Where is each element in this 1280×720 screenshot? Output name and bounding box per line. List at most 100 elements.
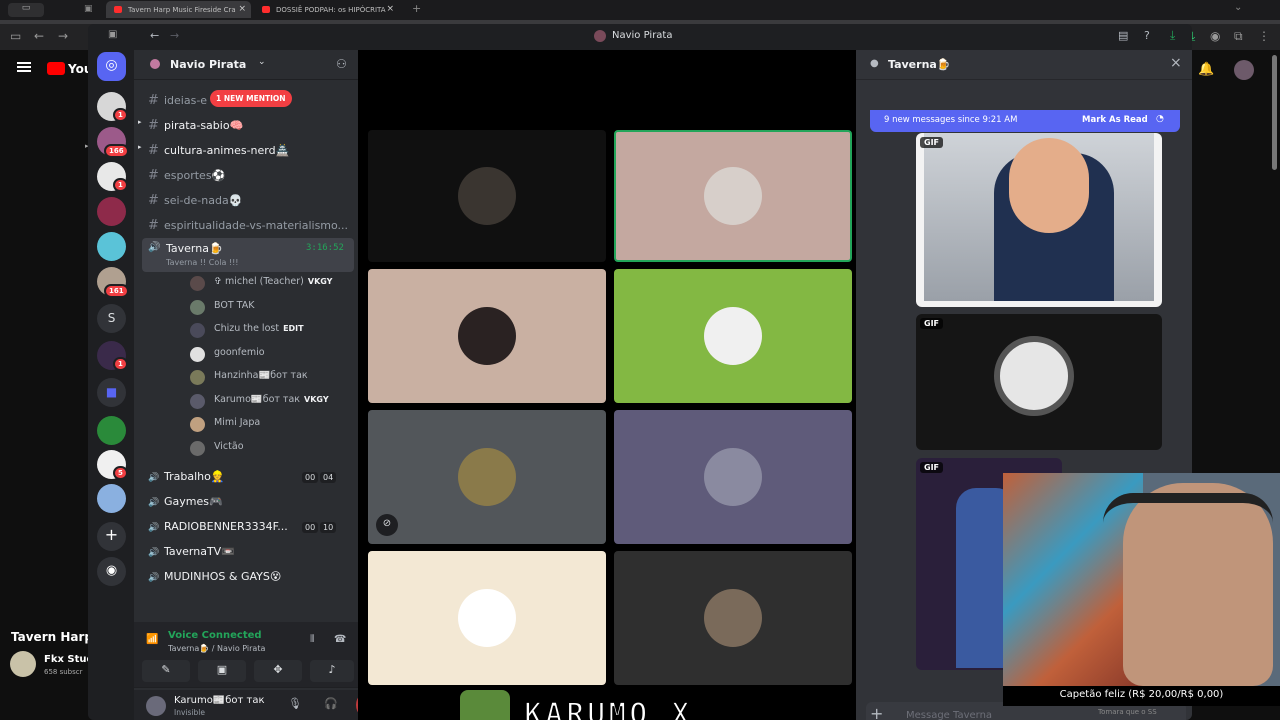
expand-arrow-icon[interactable]: ▸ bbox=[138, 118, 142, 126]
add-server-icon[interactable]: + bbox=[97, 522, 126, 551]
inbox-icon[interactable]: ▤ bbox=[1118, 29, 1128, 42]
video-tile[interactable] bbox=[368, 551, 606, 685]
channel-avatar[interactable] bbox=[10, 651, 36, 677]
hamburger-icon[interactable] bbox=[17, 62, 31, 72]
voice-user[interactable]: Mimi Japa bbox=[190, 417, 260, 437]
voice-connected-panel: 📶 Voice Connected Taverna🍺 / Navio Pirat… bbox=[134, 622, 358, 688]
menu-icon[interactable]: ⋮ bbox=[1258, 29, 1270, 43]
video-tile[interactable] bbox=[614, 551, 852, 685]
video-tile[interactable]: ⊘ bbox=[368, 410, 606, 544]
back-icon[interactable]: ← bbox=[34, 29, 44, 43]
close-chat-icon[interactable]: × bbox=[1170, 55, 1182, 71]
new-messages-bar[interactable]: 9 new messages since 9:21 AM Mark As Rea… bbox=[870, 110, 1180, 132]
video-tile[interactable] bbox=[368, 130, 606, 262]
account-avatar[interactable] bbox=[1234, 60, 1254, 80]
add-attachment-icon[interactable]: + bbox=[870, 704, 883, 720]
voice-channel-name: Gaymes🎮 bbox=[164, 495, 223, 508]
voice-user[interactable]: goonfemio bbox=[190, 346, 265, 367]
voice-user[interactable]: Chizu the lost EDIT bbox=[190, 323, 304, 343]
server-icon[interactable] bbox=[97, 232, 126, 261]
sidebar-toggle-icon[interactable]: ▭ bbox=[8, 3, 44, 17]
page-scrollbar[interactable] bbox=[1272, 55, 1277, 170]
voice-channel[interactable]: 🔊 Gaymes🎮 bbox=[148, 495, 223, 517]
video-tile[interactable] bbox=[614, 410, 852, 544]
signal-icon[interactable]: 📶 bbox=[146, 634, 158, 645]
activities-button[interactable]: ✥ bbox=[254, 660, 302, 682]
discord-forward-icon[interactable]: → bbox=[170, 29, 179, 42]
user-name: Karumo📰бот так bbox=[174, 695, 265, 706]
voice-channel[interactable]: 🔊 Trabalho👷 bbox=[148, 470, 225, 492]
user-tag: VKGY bbox=[304, 394, 329, 404]
channel-text[interactable]: # sei-de-nada💀 bbox=[148, 193, 242, 215]
server-icon-small bbox=[594, 30, 606, 42]
sidebar-icon[interactable]: ▭ bbox=[10, 29, 21, 43]
browser-tab-active[interactable]: Tavern Harp Music Fireside Cra × bbox=[106, 1, 251, 18]
notifications-icon[interactable]: 🔔 bbox=[1198, 62, 1214, 77]
disconnect-icon[interactable]: ☎ bbox=[334, 634, 346, 645]
new-mention-pill[interactable]: 1 NEW MENTION bbox=[210, 90, 292, 107]
server-icon[interactable] bbox=[97, 416, 126, 445]
participant-avatar bbox=[458, 589, 516, 647]
camera-toggle-button[interactable]: ✎ bbox=[142, 660, 190, 682]
server-header[interactable]: Navio Pirata ⌄ ⚇ bbox=[134, 50, 358, 80]
discord-back-icon[interactable]: ← bbox=[150, 29, 159, 42]
user-avatar bbox=[190, 276, 205, 291]
discover-icon[interactable]: ◉ bbox=[97, 557, 126, 586]
server-icon[interactable] bbox=[97, 197, 126, 226]
close-tab-icon[interactable]: × bbox=[386, 4, 394, 14]
video-tile[interactable] bbox=[368, 269, 606, 403]
hash-icon: # bbox=[148, 118, 159, 133]
youtube-logo-icon[interactable] bbox=[47, 62, 65, 75]
voice-user[interactable]: ✞ michel (Teacher) VKGY bbox=[190, 276, 332, 296]
hash-icon: # bbox=[148, 168, 159, 183]
screen-share-button[interactable]: ▣ bbox=[198, 660, 246, 682]
tab-group-icon[interactable]: ▣ bbox=[84, 4, 93, 14]
voice-channel[interactable]: 🔊 RADIOBENNER3334F... bbox=[148, 520, 288, 542]
voice-channel-active[interactable]: 🔊 Taverna🍺 3:16:52 Taverna !! Cola !!! bbox=[142, 238, 354, 272]
discord-sidebar-toggle-icon[interactable]: ▣ bbox=[108, 29, 117, 40]
video-title[interactable]: Tavern Harp bbox=[11, 630, 93, 644]
user-avatar[interactable] bbox=[146, 696, 166, 716]
voice-channel-name: Taverna🍺 bbox=[166, 242, 223, 255]
voice-user[interactable]: Karumo📰бот так VKGY bbox=[190, 393, 329, 414]
speaker-icon: 🔊 bbox=[148, 523, 160, 533]
server-letter-icon[interactable]: S bbox=[97, 304, 126, 333]
expand-arrow-icon[interactable]: ▸ bbox=[138, 143, 142, 151]
channel-text[interactable]: # pirata-sabio🧠 bbox=[148, 118, 243, 140]
home-button[interactable]: ◎ bbox=[97, 52, 126, 81]
voice-user[interactable]: Hanzinha📰бот так bbox=[190, 370, 308, 390]
channel-text[interactable]: # espiritualidade-vs-materialismo... bbox=[148, 218, 348, 240]
close-tab-icon[interactable]: × bbox=[238, 4, 246, 14]
voice-channel[interactable]: 🔊 MUDINHOS & GAYS😵 bbox=[148, 570, 281, 592]
forward-icon[interactable]: → bbox=[58, 29, 68, 43]
voice-channel[interactable]: 🔊 TavernaTV📼 bbox=[148, 545, 235, 567]
help-icon[interactable]: ? bbox=[1144, 29, 1150, 42]
voice-user-name: ✞ michel (Teacher) bbox=[214, 276, 304, 287]
channel-text[interactable]: # ideias-e bbox=[148, 93, 207, 115]
voice-user[interactable]: Victão bbox=[190, 440, 244, 461]
channel-text[interactable]: # esportes⚽ bbox=[148, 168, 225, 190]
folder-icon[interactable]: ■ bbox=[97, 378, 126, 407]
server-icon[interactable] bbox=[97, 484, 126, 513]
profile-icon[interactable]: ◉ bbox=[1210, 29, 1220, 43]
browser-tab[interactable]: DOSSIÊ PODPAH: os HIPÓCRITA × bbox=[254, 1, 399, 18]
invite-icon[interactable]: ⚇ bbox=[336, 57, 347, 71]
update-download-icon[interactable]: ⤓ bbox=[1170, 28, 1175, 43]
gif-message[interactable]: GIF bbox=[916, 314, 1162, 450]
soundboard-button[interactable]: ♪ bbox=[310, 660, 354, 682]
window-menu-icon[interactable]: ⌄ bbox=[1234, 2, 1242, 13]
channel-name[interactable]: Fkx Stud bbox=[44, 654, 94, 665]
gif-message[interactable]: GIF bbox=[916, 133, 1162, 307]
channel-text[interactable]: # cultura-animes-nerd🏯 bbox=[148, 143, 289, 165]
noise-suppression-icon[interactable]: ⦀ bbox=[310, 634, 314, 645]
mark-as-read-button[interactable]: Mark As Read bbox=[1082, 115, 1148, 125]
extensions-icon[interactable]: ⧉ bbox=[1234, 29, 1243, 44]
voice-user[interactable]: BOT TAK bbox=[190, 299, 254, 320]
headphones-icon[interactable]: 🎧 bbox=[324, 697, 338, 710]
voice-location[interactable]: Taverna🍺 / Navio Pirata bbox=[168, 644, 265, 653]
microphone-icon[interactable]: 🎙 bbox=[288, 697, 302, 710]
video-tile[interactable] bbox=[614, 269, 852, 403]
video-tile-speaking[interactable] bbox=[614, 130, 852, 262]
new-tab-icon[interactable]: + bbox=[412, 2, 421, 15]
webcam-overlay bbox=[1003, 473, 1280, 686]
